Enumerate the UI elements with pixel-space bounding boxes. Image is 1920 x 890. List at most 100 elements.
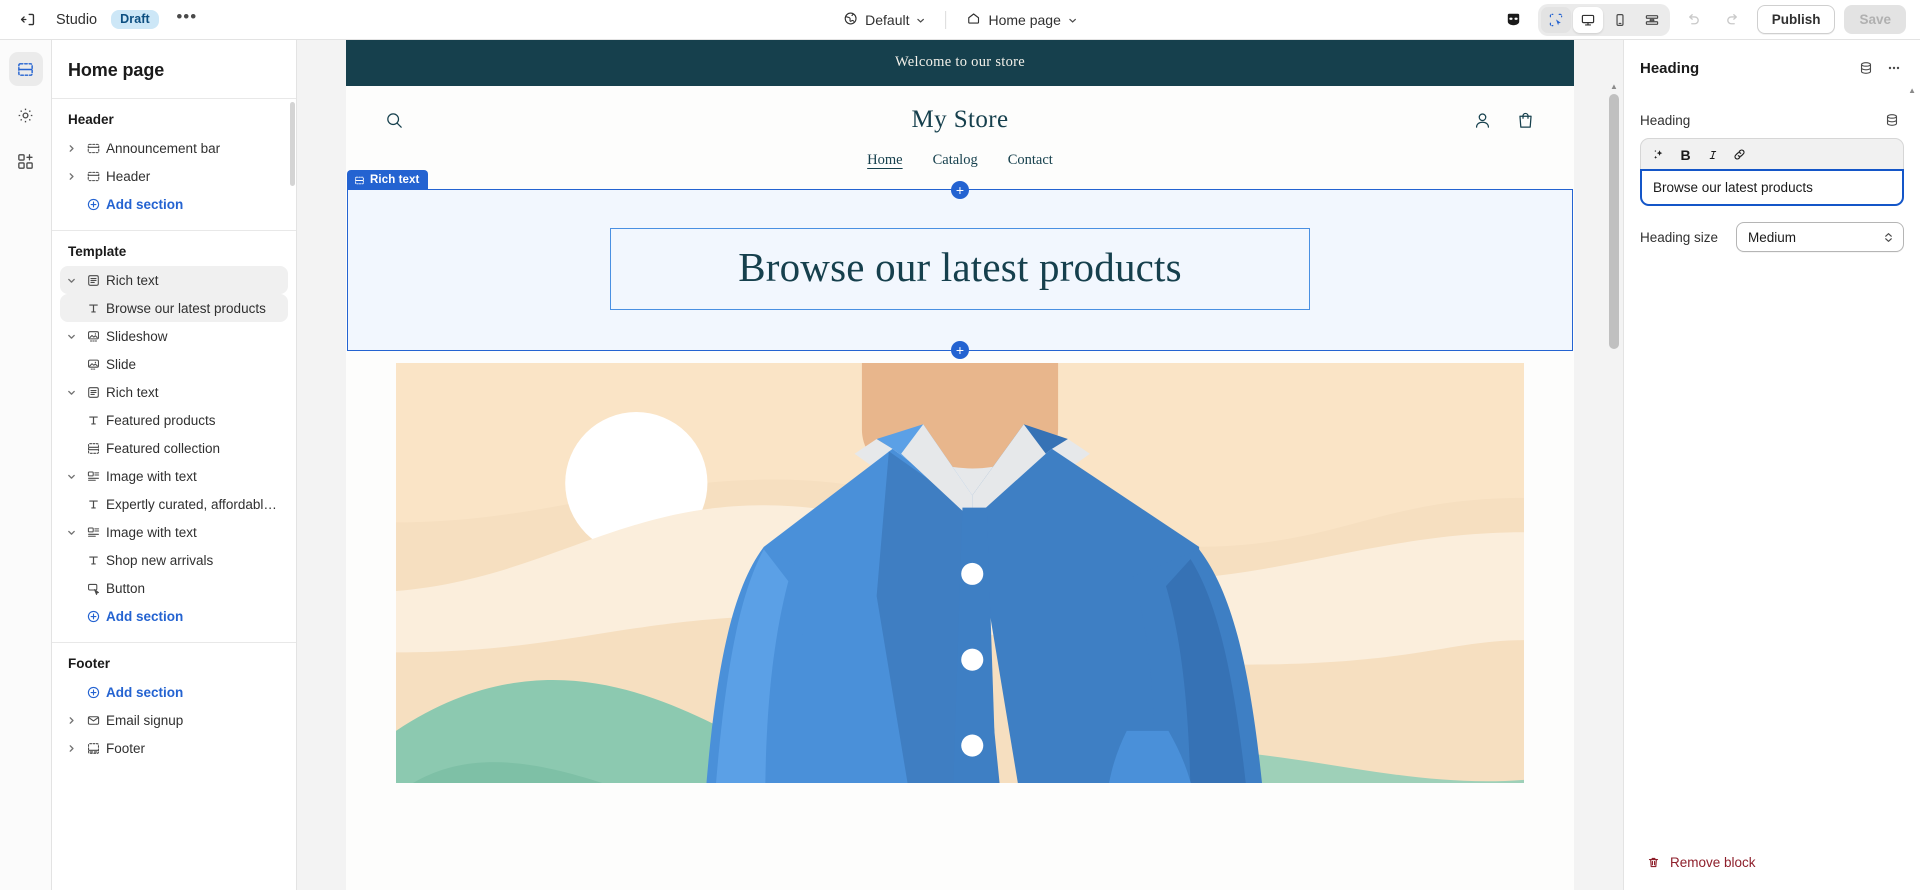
store-nav-item-home[interactable]: Home [867,152,902,169]
sidebar-item-browse-our-latest-products[interactable]: Browse our latest products [60,294,288,322]
announcement-bar[interactable]: Welcome to our store [346,40,1574,86]
selected-block-heading[interactable]: Browse our latest products [610,228,1310,310]
chevron-down-icon[interactable] [60,388,82,397]
heading-size-select[interactable]: Medium [1736,222,1904,252]
sidebar-group-title: Footer [68,656,110,671]
sidebar-item-label: Image with text [106,524,197,540]
ai-sparkle-icon[interactable] [1646,143,1671,166]
plus-circle-icon [82,197,104,212]
heading-input[interactable]: Browse our latest products [1640,169,1904,206]
sidebar-item-label: Header [106,168,151,184]
database-icon[interactable] [1854,56,1878,80]
sidebar-item-rich-text[interactable]: Rich text [60,266,288,294]
chevron-down-icon[interactable] [60,332,82,341]
section-icon [82,169,104,184]
remove-block-button[interactable]: Remove block [1640,849,1762,876]
sidebar-group-template: Template Rich text Browse our latest produ… [52,230,296,642]
chevron-right-icon[interactable] [60,744,82,753]
sidebar-item-label: Expertly curated, affordably pri... [106,496,280,512]
rich-text-icon [82,385,104,400]
link-icon[interactable] [1727,143,1752,166]
sidebar-item-label: Shop new arrivals [106,552,214,568]
sidebar-item-rich-text[interactable]: Rich text [60,378,288,406]
panel-header: Heading [1624,40,1920,94]
database-icon[interactable] [1880,108,1904,132]
sidebar-item-featured-collection[interactable]: Featured collection [60,434,288,462]
footer-icon [82,741,104,756]
canvas-scrollbar[interactable]: ▲ [1608,80,1620,890]
save-button[interactable]: Save [1844,5,1906,34]
cart-icon[interactable] [1515,110,1536,131]
chevron-down-icon[interactable] [60,276,82,285]
hero-illustration [396,363,1524,783]
selected-section-rich-text[interactable]: Rich text + Browse our latest products + [347,170,1573,359]
select-cursor-icon[interactable] [1540,6,1571,33]
more-options-button[interactable]: ••• [173,6,201,34]
scroll-up-icon[interactable]: ▲ [1610,80,1618,94]
sidebar-item-label: Add section [106,608,184,624]
italic-icon[interactable] [1700,143,1725,166]
slideshow-section[interactable] [346,351,1574,783]
device-fullwidth-icon[interactable] [1637,7,1667,33]
sidebar-item-header[interactable]: Header [60,162,288,190]
device-mobile-icon[interactable] [1605,7,1635,33]
sidebar-item-image-with-text[interactable]: Image with text [60,518,288,546]
sidebar-item-featured-products[interactable]: Featured products [60,406,288,434]
account-icon[interactable] [1472,110,1493,131]
scrollbar-track[interactable] [1608,94,1620,890]
home-icon [966,11,981,29]
sidebar-item-footer[interactable]: Footer [60,734,288,762]
rail-item-apps[interactable] [9,144,43,178]
sidebar-item-add-section[interactable]: Add section [60,190,288,218]
chevron-down-icon[interactable] [60,528,82,537]
chevron-right-icon[interactable] [60,172,82,181]
rich-text-editor: B Browse our latest products [1640,138,1904,206]
sidebar-item-image-with-text[interactable]: Image with text [60,462,288,490]
redo-icon[interactable] [1718,5,1748,35]
chevron-right-icon[interactable] [60,144,82,153]
scrollbar-thumb[interactable] [1609,94,1619,349]
store-header-right [1416,110,1536,131]
preview-stage: Welcome to our store My Store Home Catal… [346,40,1574,890]
undo-icon[interactable] [1679,5,1709,35]
block-settings-panel: Heading Heading B Browse our latest prod… [1623,40,1920,890]
image-with-text-icon [82,469,104,484]
mask-icon[interactable] [1499,5,1529,35]
tool-and-device-group [1537,3,1670,36]
panel-scroll-up-icon[interactable]: ▲ [1908,86,1916,95]
chevron-down-icon[interactable] [60,472,82,481]
sidebar-item-shop-new-arrivals[interactable]: Shop new arrivals [60,546,288,574]
sidebar-item-label: Email signup [106,712,184,728]
sidebar-item-announcement-bar[interactable]: Announcement bar [60,134,288,162]
store-logo[interactable]: My Store [504,106,1416,134]
theme-selector[interactable]: Default [834,5,934,35]
add-section-below-button[interactable]: + [951,341,969,359]
device-desktop-icon[interactable] [1572,6,1603,33]
sidebar-item-expertly-curated-affordably-pri[interactable]: Expertly curated, affordably pri... [60,490,288,518]
sidebar-item-button[interactable]: Button [60,574,288,602]
chevron-right-icon[interactable] [60,716,82,725]
sidebar-item-add-section[interactable]: Add section [60,678,288,706]
rail-item-settings[interactable] [9,98,43,132]
sidebar-item-email-signup[interactable]: Email signup [60,706,288,734]
page-selector[interactable]: Home page [957,5,1085,35]
more-horizontal-icon[interactable] [1882,56,1906,80]
rte-toolbar: B [1640,138,1904,170]
add-section-above-button[interactable]: + [951,181,969,199]
sidebar-item-slideshow[interactable]: Slideshow [60,322,288,350]
bold-icon[interactable]: B [1673,143,1698,166]
store-nav-item-catalog[interactable]: Catalog [933,152,978,169]
sidebar-item-label: Button [106,580,146,596]
sidebar-item-label: Browse our latest products [106,300,266,316]
store-nav-item-contact[interactable]: Contact [1008,152,1053,169]
section-badge[interactable]: Rich text [347,170,429,190]
search-icon[interactable] [384,110,405,131]
sidebar-item-slide[interactable]: Slide [60,350,288,378]
publish-button[interactable]: Publish [1756,5,1836,34]
rail-item-sections[interactable] [8,52,43,86]
sidebar-scrollbar[interactable] [290,102,295,186]
globe-icon [843,11,858,29]
sidebar-item-label: Featured collection [106,440,221,456]
exit-icon[interactable] [12,5,42,35]
sidebar-item-add-section[interactable]: Add section [60,602,288,630]
